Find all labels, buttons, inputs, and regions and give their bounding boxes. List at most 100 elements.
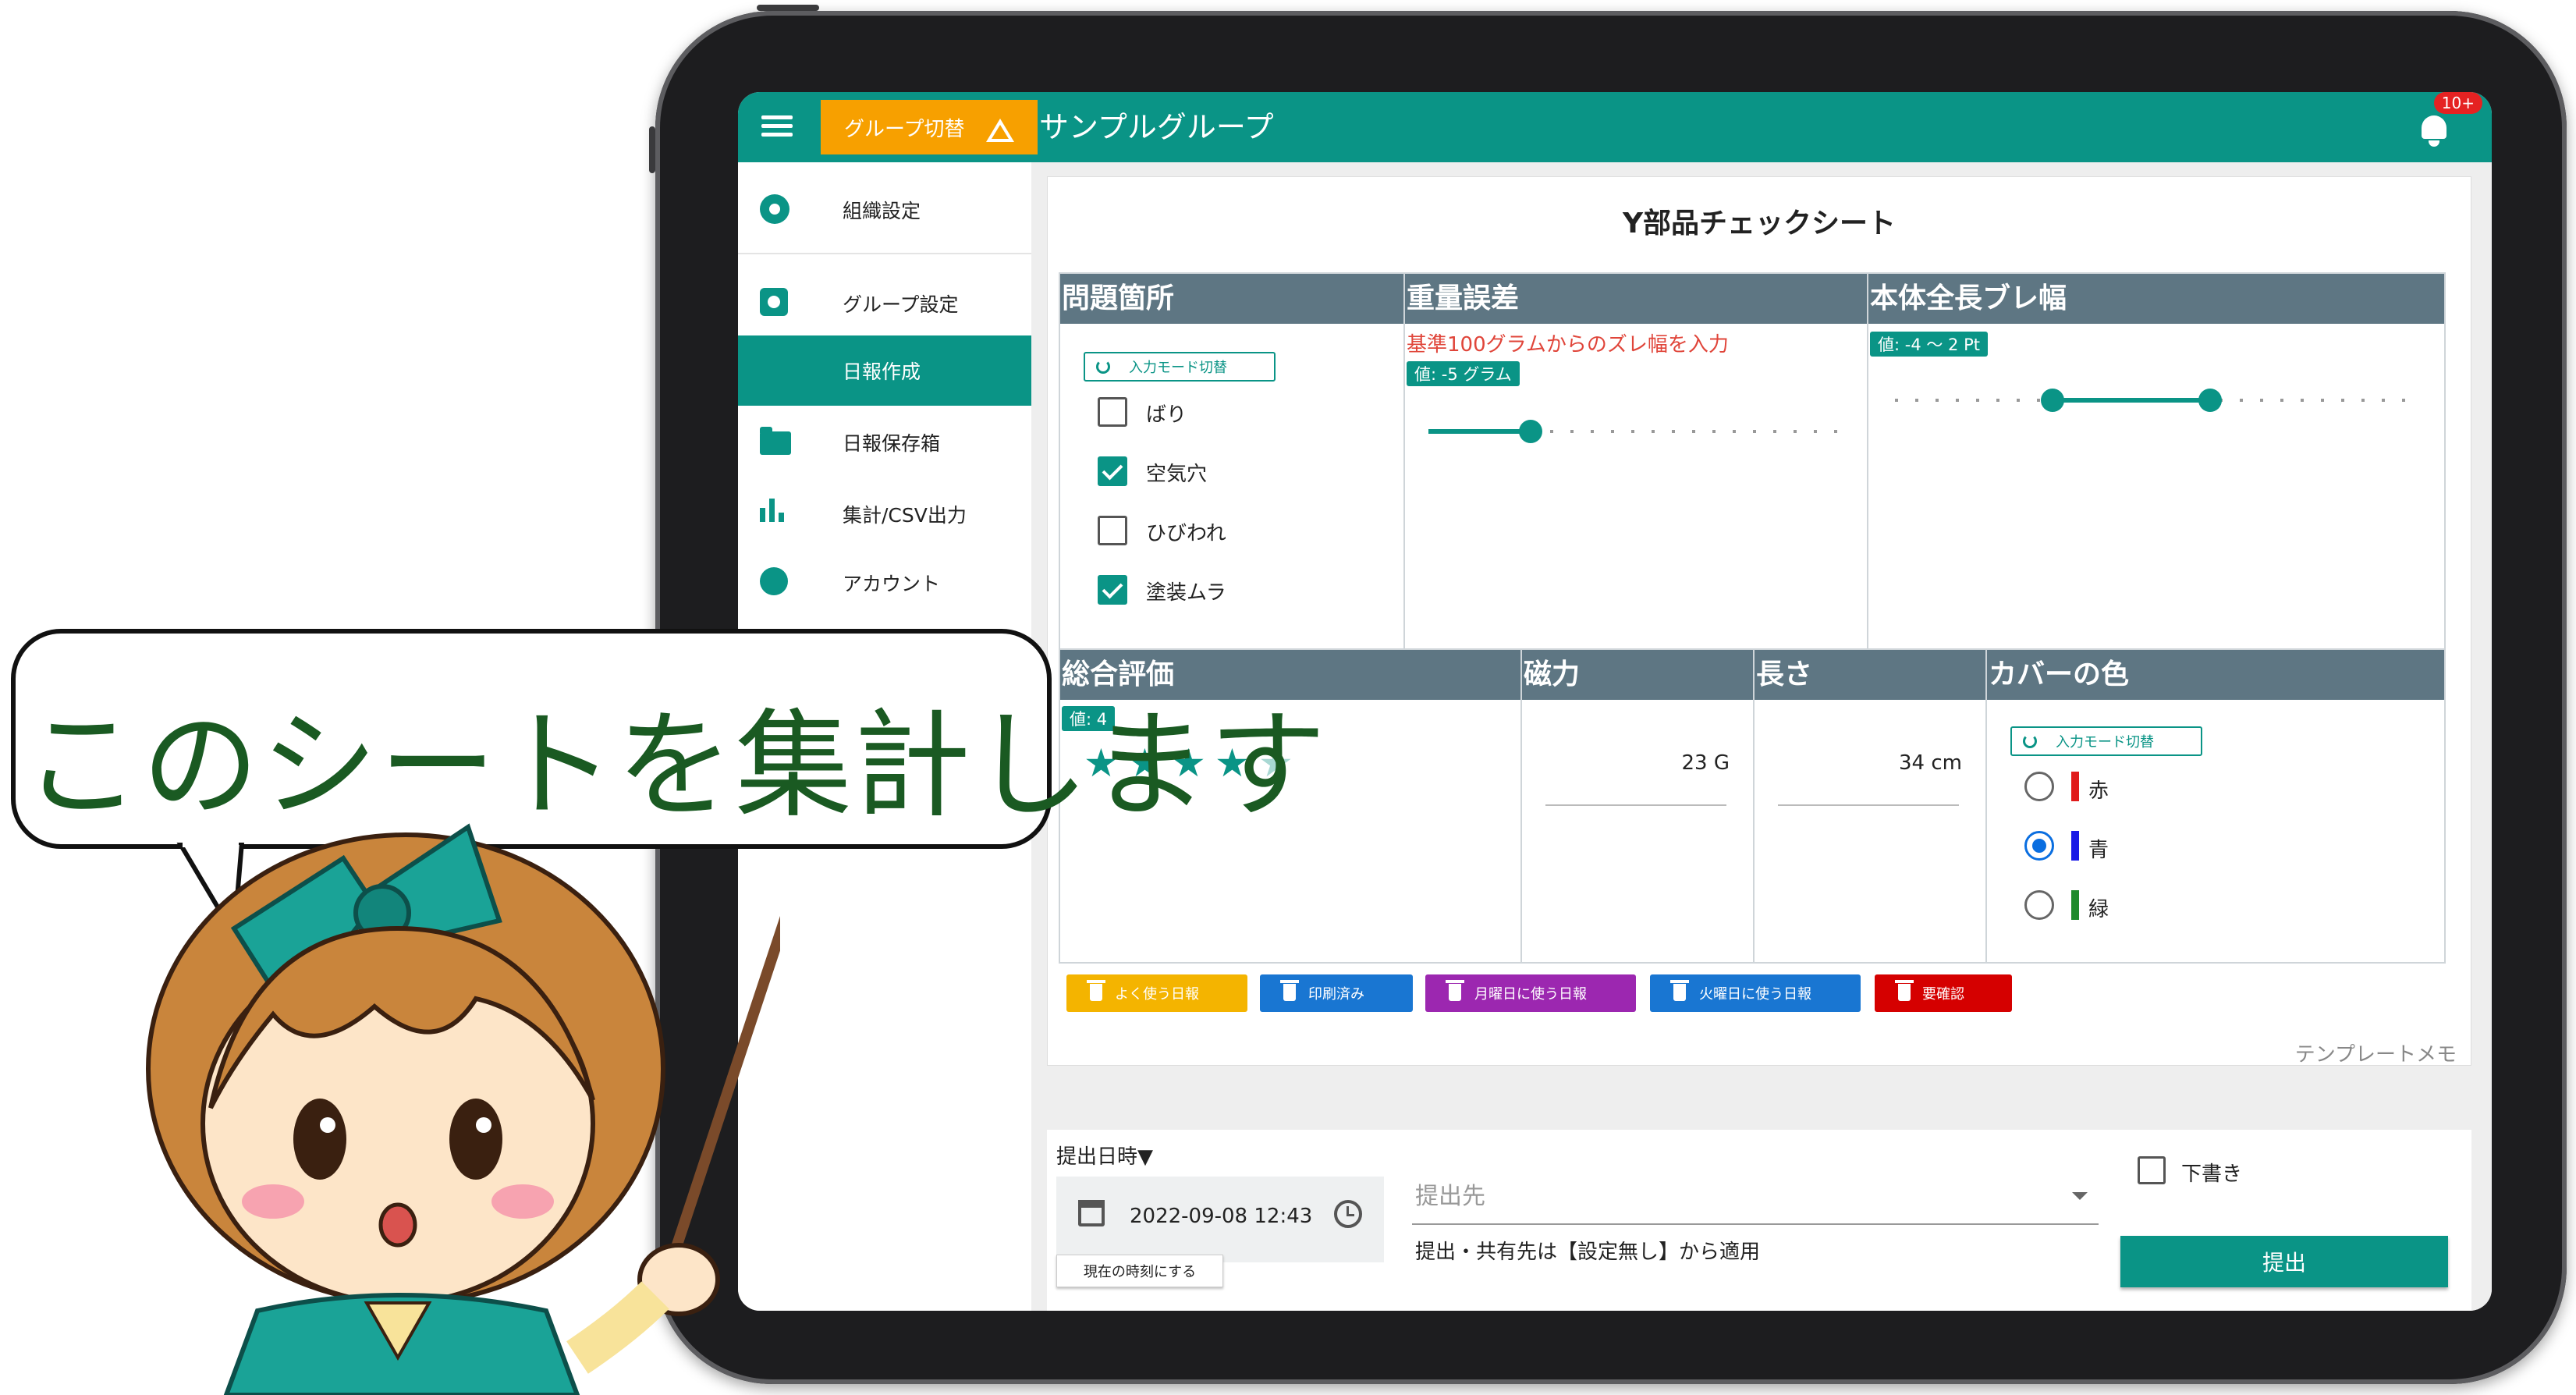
checkbox-label: 空気穴 bbox=[1146, 463, 1208, 486]
green-swatch bbox=[2071, 890, 2079, 920]
memo-chip-monday[interactable]: 月曜日に使う日報 bbox=[1425, 974, 1636, 1012]
submit-datetime-label[interactable]: 提出日時▼ bbox=[1056, 1141, 1153, 1170]
notification-badge: 10+ bbox=[2433, 92, 2482, 114]
draft-checkbox[interactable] bbox=[2138, 1156, 2166, 1184]
checkbox-label: ひびわれ bbox=[1146, 522, 1226, 545]
submit-panel: 提出日時▼ 2022-09-08 12:43 現在の時刻にする 提出先 提出・共… bbox=[1047, 1130, 2471, 1311]
sidebar-item-label: 組織設定 bbox=[843, 200, 921, 222]
sidebar-item-label: アカウント bbox=[843, 573, 941, 595]
checkbox-paint-unevenness[interactable] bbox=[1098, 575, 1127, 605]
destination-note: 提出・共有先は【設定無し】から適用 bbox=[1415, 1241, 1761, 1264]
memo-label: 火曜日に使う日報 bbox=[1699, 986, 1811, 1003]
tablet-button bbox=[649, 126, 655, 173]
triangle-warning-icon bbox=[986, 119, 1014, 142]
range-slider-high-thumb[interactable] bbox=[2198, 389, 2222, 412]
sidebar-item-label: グループ設定 bbox=[843, 293, 959, 316]
datetime-field[interactable]: 2022-09-08 12:43 bbox=[1056, 1177, 1384, 1262]
clock-icon[interactable] bbox=[1334, 1200, 1362, 1228]
length-range-value-tag: 値: -4 〜 2 Pt bbox=[1870, 332, 1988, 357]
range-slider-low-thumb[interactable] bbox=[2041, 389, 2064, 412]
length-range-header: 本体全長ブレ幅 bbox=[1868, 274, 2444, 324]
length-input-underline bbox=[1778, 804, 1959, 806]
length-header: 長さ bbox=[1755, 650, 1985, 700]
magnetism-header: 磁力 bbox=[1522, 650, 1753, 700]
trash-icon bbox=[1446, 980, 1464, 1001]
sidebar-item-label: 日報作成 bbox=[843, 360, 921, 383]
checkbox-label: ばり bbox=[1146, 403, 1187, 427]
draft-label: 下書き bbox=[2181, 1162, 2243, 1186]
cover-color-cell: カバーの色 入力モード切替 赤 青 緑 bbox=[1985, 648, 2446, 964]
hamburger-menu-icon[interactable] bbox=[761, 112, 793, 142]
bar-chart-icon bbox=[760, 499, 791, 522]
mascot-girl-illustration bbox=[146, 823, 780, 1395]
sheet-title: Y部品チェックシート bbox=[1622, 208, 1897, 240]
sidebar-divider bbox=[738, 253, 1031, 254]
checkbox-crack[interactable] bbox=[1098, 516, 1127, 545]
notification-bell-icon[interactable] bbox=[2417, 109, 2451, 148]
gear-icon bbox=[760, 194, 789, 224]
problem-area-cell: 問題箇所 入力モード切替 ばり 空気穴 ひびわれ 塗装ムラ bbox=[1059, 272, 1405, 650]
sidebar-item-csv-export[interactable]: 集計/CSV出力 bbox=[738, 479, 1031, 549]
refresh-icon bbox=[2023, 734, 2037, 748]
length-cell: 長さ 34 cm bbox=[1753, 648, 1987, 964]
set-current-time-button[interactable]: 現在の時刻にする bbox=[1056, 1255, 1223, 1287]
tablet-button bbox=[757, 5, 819, 11]
top-app-bar: グループ切替 サンプルグループ 10+ bbox=[738, 92, 2492, 162]
input-mode-switch-button[interactable]: 入力モード切替 bbox=[1084, 352, 1276, 382]
checkbox-air-hole[interactable] bbox=[1098, 456, 1127, 486]
datetime-value: 2022-09-08 12:43 bbox=[1130, 1205, 1313, 1228]
weight-slider-fill bbox=[1428, 429, 1530, 434]
memo-chip-tuesday[interactable]: 火曜日に使う日報 bbox=[1650, 974, 1861, 1012]
sidebar-item-label: 日報保存箱 bbox=[843, 432, 941, 455]
group-switch-label: グループ切替 bbox=[844, 117, 965, 141]
length-value[interactable]: 34 cm bbox=[1899, 751, 1962, 775]
red-swatch bbox=[2071, 772, 2079, 801]
radio-label: 青 bbox=[2088, 839, 2109, 862]
magnetism-value[interactable]: 23 G bbox=[1682, 751, 1730, 775]
settings-icon bbox=[760, 288, 788, 316]
weight-error-header: 重量誤差 bbox=[1405, 274, 1867, 324]
memo-chip-printed[interactable]: 印刷済み bbox=[1260, 974, 1413, 1012]
destination-select[interactable]: 提出先 bbox=[1412, 1161, 2099, 1225]
radio-green[interactable] bbox=[2024, 890, 2054, 920]
radio-label: 緑 bbox=[2088, 898, 2109, 921]
calendar-icon bbox=[1078, 1200, 1105, 1226]
magnetism-cell: 磁力 23 G bbox=[1520, 648, 1755, 964]
sidebar-item-label: 集計/CSV出力 bbox=[843, 504, 967, 527]
sidebar-item-create-report[interactable]: 日報作成 bbox=[738, 335, 1031, 406]
memo-label: 印刷済み bbox=[1308, 986, 1364, 1003]
radio-red[interactable] bbox=[2024, 772, 2054, 801]
submit-button[interactable]: 提出 bbox=[2120, 1236, 2448, 1287]
weight-error-cell: 重量誤差 基準100グラムからのズレ幅を入力 値: -5 グラム bbox=[1403, 272, 1868, 650]
weight-slider-thumb[interactable] bbox=[1519, 420, 1542, 443]
trash-icon bbox=[1895, 980, 1914, 1001]
memo-chip-frequent[interactable]: よく使う日報 bbox=[1066, 974, 1247, 1012]
trash-icon bbox=[1280, 980, 1299, 1001]
template-memo-link[interactable]: テンプレートメモ bbox=[2295, 1038, 2457, 1067]
cover-color-header: カバーの色 bbox=[1987, 650, 2444, 700]
sidebar-item-account[interactable]: アカウント bbox=[738, 548, 1031, 618]
input-mode-switch-button[interactable]: 入力モード切替 bbox=[2010, 726, 2202, 756]
input-mode-switch-label: 入力モード切替 bbox=[2056, 734, 2154, 751]
input-mode-switch-label: 入力モード切替 bbox=[1129, 360, 1227, 376]
weight-value-tag: 値: -5 グラム bbox=[1407, 361, 1520, 386]
account-icon bbox=[760, 567, 788, 595]
trash-icon bbox=[1087, 980, 1105, 1001]
sidebar-item-org-settings[interactable]: 組織設定 bbox=[738, 175, 1031, 245]
range-slider-fill bbox=[2053, 398, 2210, 403]
dropdown-arrow-icon bbox=[2072, 1192, 2088, 1200]
radio-blue[interactable] bbox=[2024, 831, 2054, 861]
blue-swatch bbox=[2071, 831, 2079, 861]
checkbox-bari[interactable] bbox=[1098, 397, 1127, 427]
checkbox-label: 塗装ムラ bbox=[1146, 581, 1226, 605]
sidebar-item-group-settings[interactable]: グループ設定 bbox=[738, 268, 1031, 339]
trash-icon bbox=[1670, 980, 1689, 1001]
memo-chip-needs-check[interactable]: 要確認 bbox=[1875, 974, 2012, 1012]
memo-label: 要確認 bbox=[1922, 986, 1964, 1003]
memo-label: よく使う日報 bbox=[1115, 986, 1199, 1003]
radio-label: 赤 bbox=[2088, 779, 2109, 803]
problem-area-header: 問題箇所 bbox=[1060, 274, 1403, 324]
sidebar-item-report-box[interactable]: 日報保存箱 bbox=[738, 407, 1031, 477]
group-switch-button[interactable]: グループ切替 bbox=[821, 100, 1038, 154]
refresh-icon bbox=[1096, 360, 1110, 374]
